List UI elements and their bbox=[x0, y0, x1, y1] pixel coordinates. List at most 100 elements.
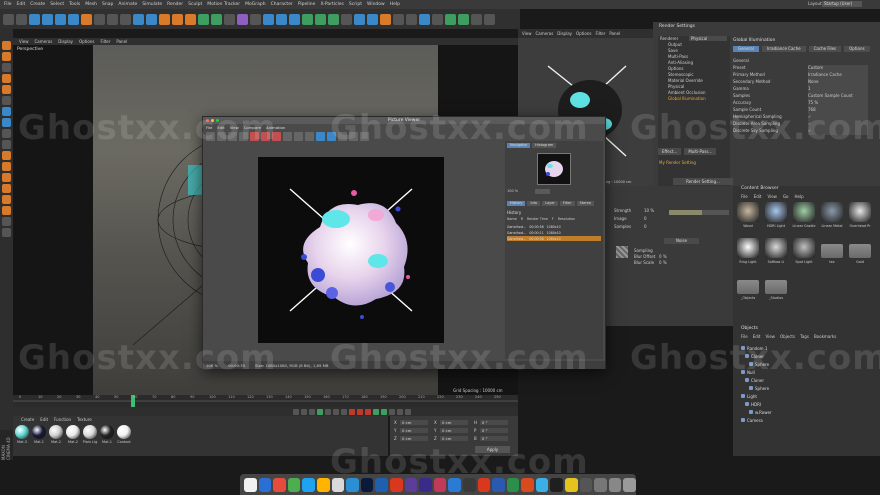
toolbar-tool-icon[interactable] bbox=[445, 13, 456, 25]
dock-app-icon[interactable] bbox=[375, 477, 388, 492]
content-item-thumbnail[interactable] bbox=[849, 202, 871, 222]
toolbar-tool-icon[interactable] bbox=[419, 13, 430, 25]
pv-tool-icon[interactable] bbox=[305, 132, 314, 141]
coord-field[interactable]: 0 cm bbox=[440, 428, 468, 433]
object-row[interactable]: Light bbox=[741, 392, 876, 400]
tool-icon[interactable] bbox=[2, 217, 11, 226]
toolbar-tool-icon[interactable] bbox=[315, 13, 326, 25]
toolbar-tool-icon[interactable] bbox=[406, 13, 417, 25]
transport-button[interactable] bbox=[301, 408, 307, 415]
tool-icon[interactable] bbox=[2, 140, 11, 149]
dock-app-icon[interactable] bbox=[346, 477, 359, 492]
tool-icon[interactable] bbox=[2, 195, 11, 204]
gi-row-value[interactable]: None bbox=[808, 79, 868, 86]
dock-app-icon[interactable] bbox=[258, 477, 272, 492]
dock-app-icon[interactable] bbox=[244, 477, 257, 492]
toolbar-tool-icon[interactable] bbox=[250, 13, 261, 25]
coord-field[interactable]: 0 cm bbox=[440, 436, 468, 441]
transport-button[interactable] bbox=[381, 408, 387, 415]
dock-app-icon[interactable] bbox=[492, 477, 505, 492]
transport-button[interactable] bbox=[309, 408, 315, 415]
dock-app-icon[interactable] bbox=[506, 477, 520, 492]
tool-icon[interactable] bbox=[2, 151, 11, 160]
dock-app-icon[interactable] bbox=[331, 477, 345, 492]
dock-app-icon[interactable] bbox=[360, 477, 374, 492]
toolbar-tool-icon[interactable] bbox=[120, 13, 131, 25]
render-canvas[interactable] bbox=[258, 157, 444, 343]
history-row[interactable]: Garrolhzol... 00:00:11 1080x10 bbox=[507, 230, 601, 235]
tool-icon[interactable] bbox=[2, 162, 11, 171]
toolbar-tool-icon[interactable] bbox=[107, 13, 118, 25]
menu-item-edit[interactable]: Edit bbox=[17, 2, 26, 7]
menu-item-create[interactable]: Create bbox=[30, 2, 45, 7]
gi-tab-cache-files[interactable]: Cache Files bbox=[808, 46, 842, 52]
material-swatch[interactable] bbox=[49, 425, 63, 439]
dock-app-icon[interactable] bbox=[477, 477, 491, 492]
history-row[interactable]: Garrolhzol... 00:00:58 1080x10 bbox=[507, 224, 601, 229]
dock-app-icon[interactable] bbox=[404, 477, 418, 492]
toolbar-tool-icon[interactable] bbox=[185, 13, 196, 25]
menu-item-render[interactable]: Render bbox=[167, 2, 183, 7]
pv-tool-icon[interactable] bbox=[294, 132, 303, 141]
toolbar-tool-icon[interactable] bbox=[393, 13, 404, 25]
my-render-setting[interactable]: My Render Setting bbox=[659, 160, 696, 165]
toolbar-tool-icon[interactable] bbox=[458, 13, 469, 25]
toolbar-tool-icon[interactable] bbox=[224, 13, 235, 25]
material-menu-texture[interactable]: Texture bbox=[77, 417, 92, 422]
dock-app-icon[interactable] bbox=[433, 477, 447, 492]
right-viewport-menu-panel[interactable]: Panel bbox=[609, 31, 620, 36]
toolbar-tool-icon[interactable] bbox=[367, 13, 378, 25]
render-setting-button[interactable]: Render Setting... bbox=[673, 178, 733, 185]
content-browser-menu-file[interactable]: File bbox=[741, 194, 748, 199]
toolbar-tool-icon[interactable] bbox=[68, 13, 79, 25]
tool-icon[interactable] bbox=[2, 52, 11, 61]
content-item-thumbnail[interactable] bbox=[737, 238, 759, 258]
toolbar-tool-icon[interactable] bbox=[16, 13, 27, 25]
menu-item-sculpt[interactable]: Sculpt bbox=[188, 2, 202, 7]
tool-icon[interactable] bbox=[2, 63, 11, 72]
toolbar-tool-icon[interactable] bbox=[172, 13, 183, 25]
tool-icon[interactable] bbox=[2, 96, 11, 105]
tool-icon[interactable] bbox=[2, 107, 11, 116]
menu-item-window[interactable]: Window bbox=[367, 2, 385, 7]
toolbar-tool-icon[interactable] bbox=[276, 13, 287, 25]
coord-field[interactable]: 0 cm bbox=[400, 428, 428, 433]
right-viewport-menu-view[interactable]: View bbox=[522, 31, 532, 36]
pv-history-tab-layer[interactable]: Layer bbox=[542, 201, 558, 206]
transport-button[interactable] bbox=[325, 408, 331, 415]
dock-app-icon[interactable] bbox=[579, 477, 593, 492]
content-browser-menu-edit[interactable]: Edit bbox=[754, 194, 762, 199]
gi-row-value[interactable]: 75 % bbox=[808, 100, 868, 107]
content-item-thumbnail[interactable] bbox=[821, 244, 843, 258]
gi-tab-irradiance-cache[interactable]: Irradiance Cache bbox=[761, 46, 806, 52]
coord-field[interactable]: 0 ° bbox=[480, 420, 508, 425]
dock-app-icon[interactable] bbox=[521, 477, 534, 492]
toolbar-tool-icon[interactable] bbox=[146, 13, 157, 25]
transport-button[interactable] bbox=[373, 408, 379, 415]
material-menu-create[interactable]: Create bbox=[21, 417, 34, 422]
toolbar-tool-icon[interactable] bbox=[341, 13, 352, 25]
right-viewport-menu-display[interactable]: Display bbox=[557, 31, 572, 36]
dock-app-icon[interactable] bbox=[535, 477, 549, 492]
content-item-thumbnail[interactable] bbox=[849, 244, 871, 258]
transport-button[interactable] bbox=[349, 408, 355, 415]
dock-app-icon[interactable] bbox=[565, 477, 578, 492]
menu-item-script[interactable]: Script bbox=[349, 2, 362, 7]
toolbar-tool-icon[interactable] bbox=[289, 13, 300, 25]
layout-select[interactable]: Startup (User) bbox=[822, 1, 862, 7]
pv-history-tab-info[interactable]: Info bbox=[527, 201, 541, 206]
timeline[interactable]: 0 10 20 30 40 50 60 70 80 90 100 110 120 130 140 150 160… bbox=[13, 395, 518, 407]
right-viewport-menu-cameras[interactable]: Cameras bbox=[536, 31, 554, 36]
material-swatch[interactable] bbox=[32, 425, 46, 439]
menu-item-mesh[interactable]: Mesh bbox=[85, 2, 97, 7]
toolbar-tool-icon[interactable] bbox=[42, 13, 53, 25]
coord-field[interactable]: 0 cm bbox=[440, 420, 468, 425]
renderer-select[interactable]: Physical bbox=[689, 36, 727, 41]
tool-icon[interactable] bbox=[2, 129, 11, 138]
transport-button[interactable] bbox=[341, 408, 347, 415]
toolbar-tool-icon[interactable] bbox=[159, 13, 170, 25]
content-item-thumbnail[interactable] bbox=[737, 280, 759, 294]
dock-app-icon[interactable] bbox=[287, 477, 301, 492]
object-row[interactable]: Camera bbox=[741, 416, 876, 424]
dock-app-icon[interactable] bbox=[608, 477, 622, 492]
